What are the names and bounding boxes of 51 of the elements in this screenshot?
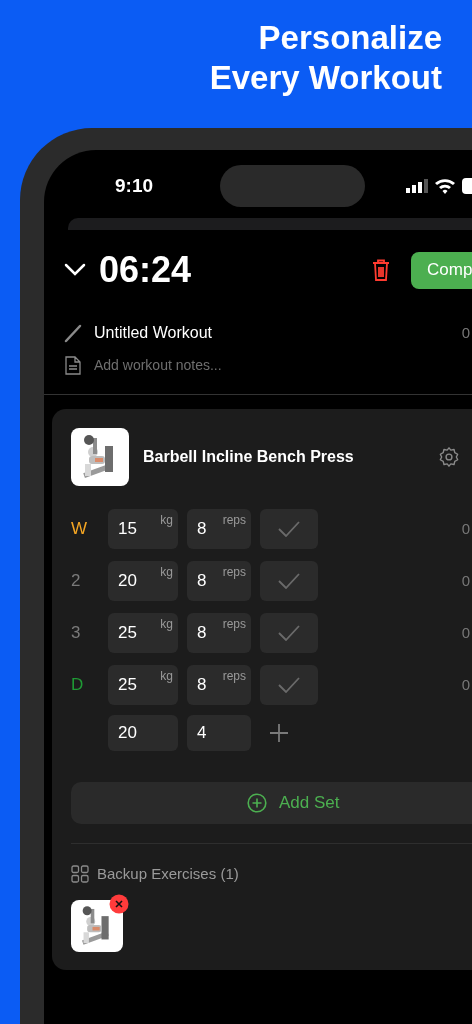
notes-field[interactable]: Add workout notes... — [94, 354, 294, 376]
unit-label: kg — [160, 564, 173, 581]
checkmark-icon — [278, 521, 300, 537]
set-label: W — [71, 518, 89, 541]
set-label: 2 — [71, 570, 82, 593]
reps-field[interactable]: 8 reps — [187, 613, 251, 653]
headline: Personalize Every Workout — [208, 18, 442, 98]
unit-label: reps — [222, 564, 246, 581]
weight-field[interactable]: 20 kg — [108, 561, 178, 601]
unit-label: kg — [160, 668, 173, 685]
unit-label: kg — [160, 512, 173, 529]
new-weight-field[interactable]: 20 — [108, 715, 178, 751]
checkmark-icon — [278, 573, 300, 589]
pencil-icon — [63, 323, 83, 343]
trash-icon[interactable] — [371, 259, 391, 281]
unit-label: kg — [160, 616, 173, 633]
set-trailing-text: 0 — [461, 518, 470, 539]
reps-field[interactable]: 8 reps — [187, 561, 251, 601]
exercise-name[interactable]: Barbell Incline Bench Press — [143, 445, 354, 469]
chevron-down-icon[interactable] — [64, 263, 86, 277]
plus-circle-icon — [247, 793, 267, 813]
set-label: 3 — [71, 622, 82, 645]
unit-label: reps — [222, 512, 246, 529]
reps-field[interactable]: 8 reps — [187, 509, 251, 549]
wifi-icon — [434, 178, 456, 194]
workout-trailing-text: 0 — [461, 322, 470, 343]
settings-icon[interactable] — [438, 446, 460, 468]
weight-field[interactable]: 25 kg — [108, 613, 178, 653]
unit-label: reps — [222, 616, 246, 633]
battery-icon — [462, 178, 472, 194]
backup-exercises-title: Backup Exercises (1) — [97, 864, 239, 884]
new-reps-field[interactable]: 4 — [187, 715, 251, 751]
grid-icon — [71, 865, 89, 884]
document-icon — [65, 355, 81, 375]
reps-field[interactable]: 8 reps — [187, 665, 251, 705]
weight-field[interactable]: 25 kg — [108, 665, 178, 705]
workout-title[interactable]: Untitled Workout — [94, 321, 212, 345]
set-trailing-text: 0 — [461, 570, 470, 591]
checkmark-icon — [278, 677, 300, 693]
set-trailing-text: 0 — [461, 622, 470, 643]
weight-field[interactable]: 15 kg — [108, 509, 178, 549]
add-set-button[interactable]: Add Set — [71, 782, 472, 824]
status-time: 9:10 — [115, 173, 155, 198]
unit-label: reps — [222, 668, 246, 685]
remove-icon[interactable] — [109, 893, 129, 914]
checkmark-icon — [278, 625, 300, 641]
plus-icon[interactable] — [269, 723, 289, 743]
timer: 06:24 — [99, 248, 192, 292]
set-label: D — [71, 674, 85, 697]
signal-icon — [406, 179, 428, 193]
set-trailing-text: 0 — [461, 674, 470, 695]
